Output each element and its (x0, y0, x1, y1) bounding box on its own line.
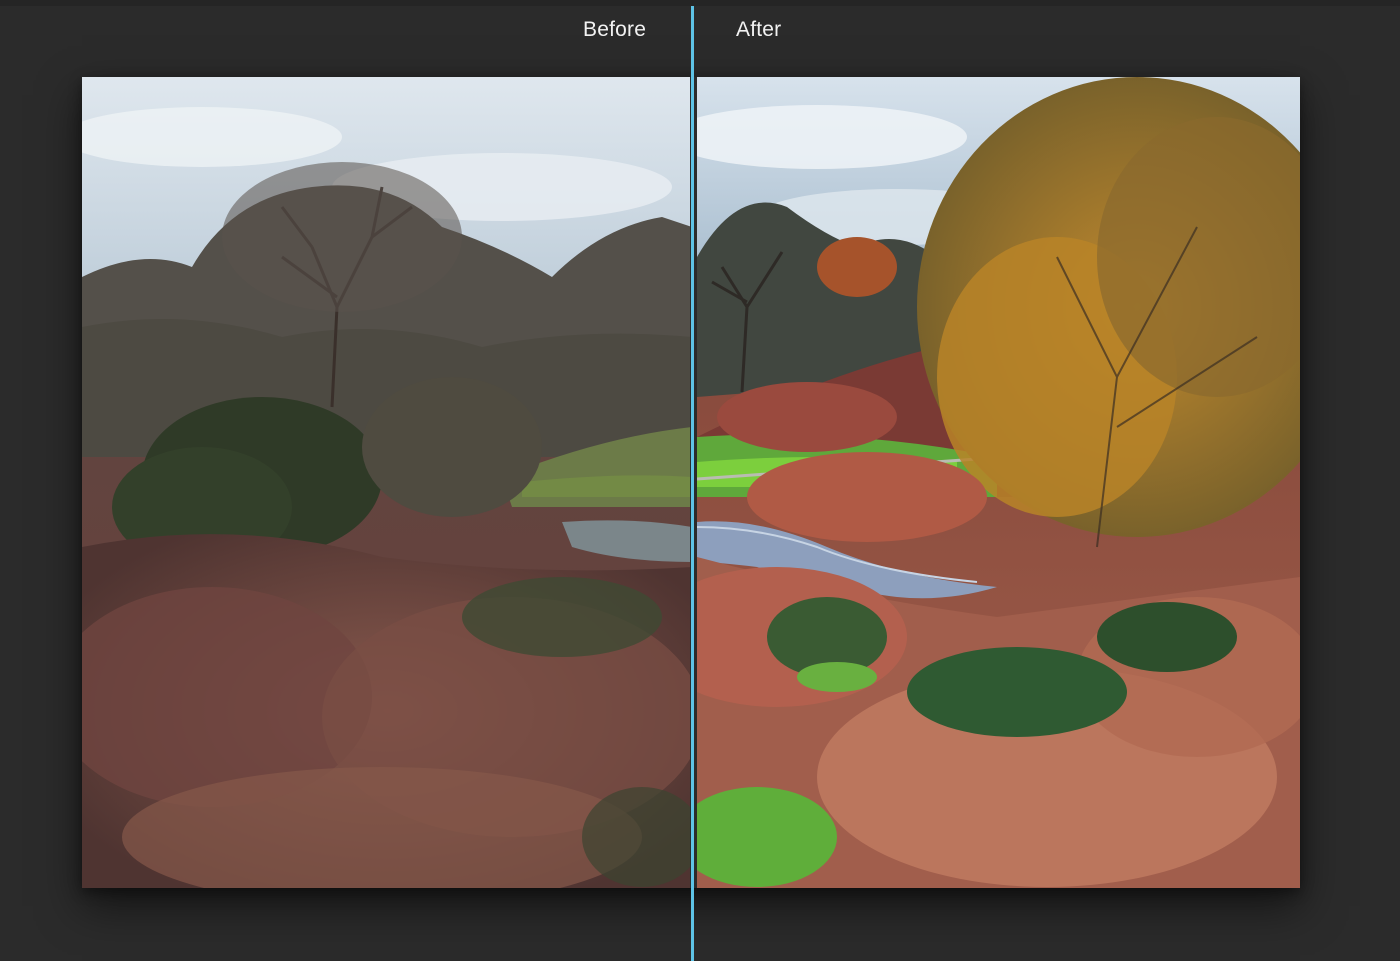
before-image (82, 77, 692, 888)
compare-view: Before After (0, 0, 1400, 961)
compare-slider-handle[interactable] (691, 6, 694, 961)
top-bar (0, 0, 1400, 6)
after-label: After (736, 18, 782, 41)
before-label: Before (583, 18, 647, 41)
after-image (697, 77, 1300, 888)
